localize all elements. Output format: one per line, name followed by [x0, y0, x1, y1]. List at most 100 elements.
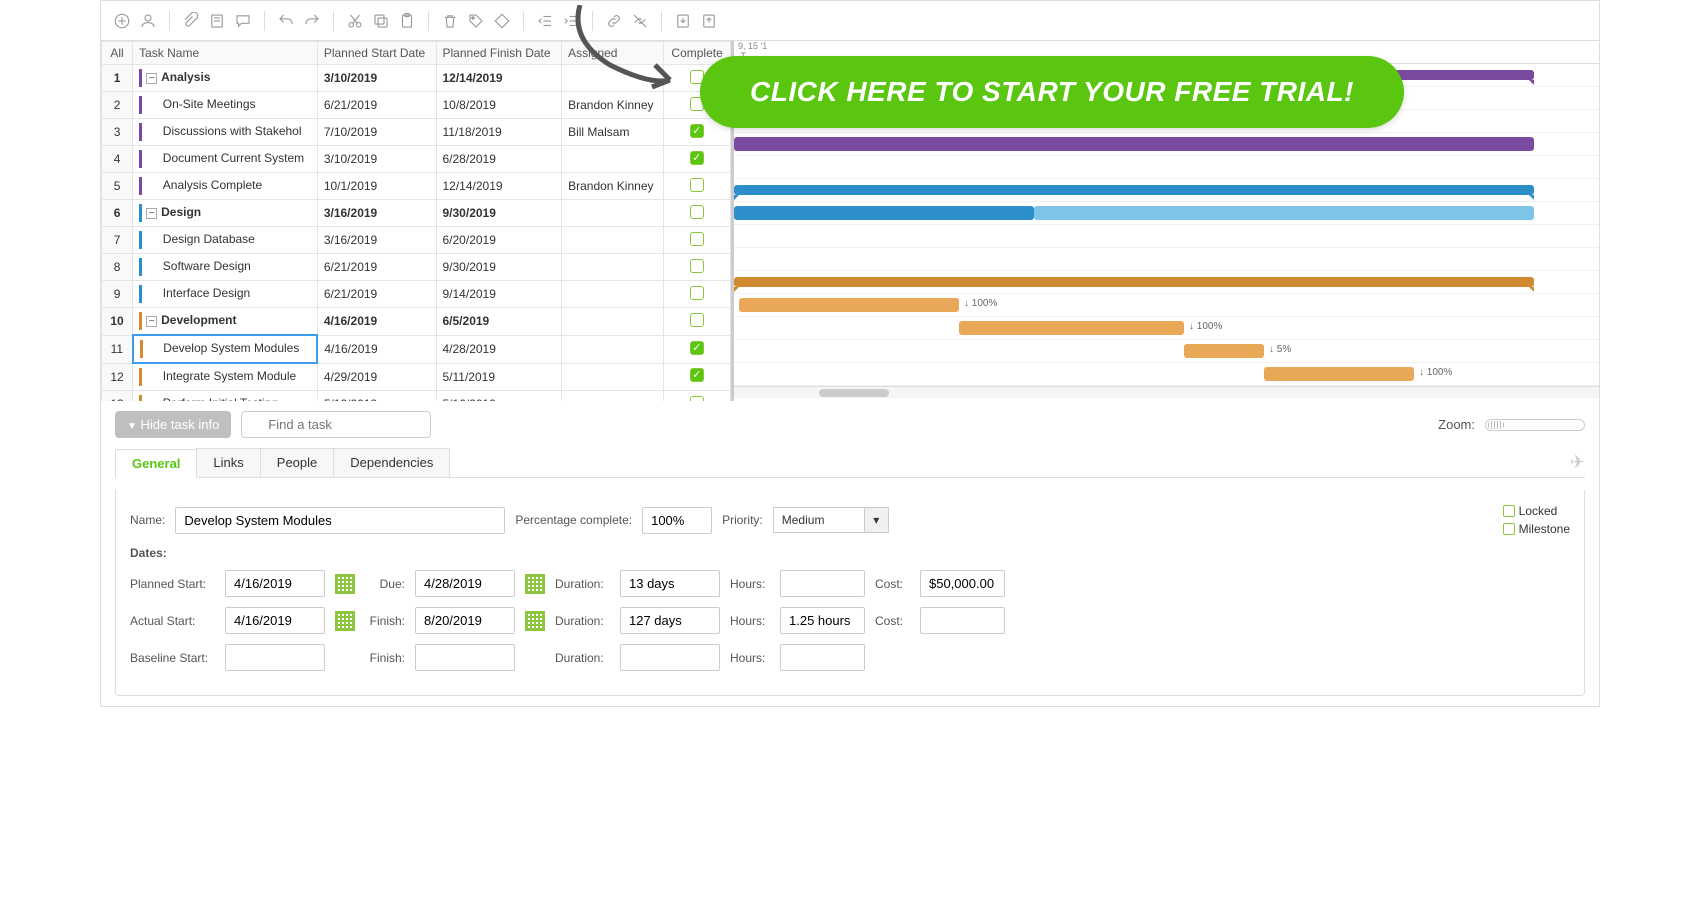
chevron-down-icon[interactable]: ▾ — [864, 508, 888, 532]
checkbox-icon[interactable] — [690, 232, 704, 246]
start-cell[interactable]: 10/1/2019 — [317, 173, 436, 200]
start-cell[interactable]: 6/21/2019 — [317, 92, 436, 119]
task-name-cell[interactable]: Discussions with Stakehol — [133, 119, 318, 146]
task-name-cell[interactable]: Perform Initial Testing — [133, 391, 318, 402]
finish-input[interactable] — [415, 607, 515, 634]
table-row[interactable]: 10−Development4/16/20196/5/2019 — [102, 308, 731, 336]
table-row[interactable]: 3 Discussions with Stakehol7/10/201911/1… — [102, 119, 731, 146]
gantt-row[interactable] — [734, 156, 1599, 179]
actual-start-input[interactable] — [225, 607, 325, 634]
complete-cell[interactable] — [664, 146, 731, 173]
assigned-cell[interactable] — [562, 391, 664, 402]
collapse-toggle[interactable]: − — [146, 73, 157, 84]
finish-cell[interactable]: 12/14/2019 — [436, 173, 562, 200]
tab-general[interactable]: General — [115, 449, 197, 478]
attach-icon[interactable] — [180, 10, 202, 32]
person-icon[interactable] — [137, 10, 159, 32]
task-name-cell[interactable]: On-Site Meetings — [133, 92, 318, 119]
paste-icon[interactable] — [396, 10, 418, 32]
undo-icon[interactable] — [275, 10, 297, 32]
table-row[interactable]: 12 Integrate System Module4/29/20195/11/… — [102, 363, 731, 391]
col-name[interactable]: Task Name — [133, 42, 318, 65]
table-row[interactable]: 4 Document Current System3/10/20196/28/2… — [102, 146, 731, 173]
baseline-hours-input[interactable] — [780, 644, 865, 671]
start-cell[interactable]: 7/10/2019 — [317, 119, 436, 146]
task-name-cell[interactable]: −Design — [133, 200, 318, 227]
start-cell[interactable]: 6/21/2019 — [317, 254, 436, 281]
calendar-icon[interactable] — [335, 574, 355, 594]
checkbox-icon[interactable] — [690, 124, 704, 138]
gantt-bar[interactable] — [1034, 206, 1534, 220]
hours2-input[interactable] — [780, 607, 865, 634]
finish-cell[interactable]: 6/5/2019 — [436, 308, 562, 336]
gantt-row[interactable]: ↓ 100% — [734, 294, 1599, 317]
task-name-cell[interactable]: Document Current System — [133, 146, 318, 173]
tag-icon[interactable] — [465, 10, 487, 32]
task-name-cell[interactable]: Software Design — [133, 254, 318, 281]
gantt-bar[interactable] — [734, 206, 1034, 220]
finish-cell[interactable]: 5/11/2019 — [436, 363, 562, 391]
complete-cell[interactable] — [664, 173, 731, 200]
complete-cell[interactable] — [664, 335, 731, 363]
hide-task-info-button[interactable]: ▼ Hide task info — [115, 411, 231, 438]
gantt-row[interactable]: ↓ 100% — [734, 317, 1599, 340]
finish-cell[interactable]: 6/28/2019 — [436, 146, 562, 173]
table-row[interactable]: 8 Software Design6/21/20199/30/2019 — [102, 254, 731, 281]
checkbox-icon[interactable] — [690, 286, 704, 300]
export-icon[interactable] — [698, 10, 720, 32]
finish-cell[interactable]: 12/14/2019 — [436, 65, 562, 92]
send-icon[interactable]: ✈ — [1570, 452, 1585, 473]
task-name-cell[interactable]: −Analysis — [133, 65, 318, 92]
checkbox-icon[interactable] — [690, 205, 704, 219]
gantt-bar[interactable] — [739, 298, 959, 312]
finish-cell[interactable]: 4/28/2019 — [436, 335, 562, 363]
tab-links[interactable]: Links — [196, 448, 260, 477]
milestone-checkbox[interactable]: Milestone — [1503, 522, 1570, 536]
finish-cell[interactable]: 10/8/2019 — [436, 92, 562, 119]
calendar-icon[interactable] — [525, 611, 545, 631]
table-row[interactable]: 9 Interface Design6/21/20199/14/2019 — [102, 281, 731, 308]
baseline-finish-input[interactable] — [415, 644, 515, 671]
task-name-cell[interactable]: Analysis Complete — [133, 173, 318, 200]
finish-cell[interactable]: 9/30/2019 — [436, 254, 562, 281]
tab-dependencies[interactable]: Dependencies — [333, 448, 450, 477]
complete-cell[interactable] — [664, 308, 731, 336]
task-name-cell[interactable]: Integrate System Module — [133, 363, 318, 391]
due-input[interactable] — [415, 570, 515, 597]
locked-checkbox[interactable]: Locked — [1503, 504, 1570, 518]
start-cell[interactable]: 3/10/2019 — [317, 146, 436, 173]
col-all[interactable]: All — [102, 42, 133, 65]
planned-start-input[interactable] — [225, 570, 325, 597]
col-start[interactable]: Planned Start Date — [317, 42, 436, 65]
assigned-cell[interactable] — [562, 200, 664, 227]
finish-cell[interactable]: 6/20/2019 — [436, 227, 562, 254]
redo-icon[interactable] — [301, 10, 323, 32]
copy-icon[interactable] — [370, 10, 392, 32]
cost1-input[interactable] — [920, 570, 1005, 597]
task-name-cell[interactable]: −Development — [133, 308, 318, 336]
cut-icon[interactable] — [344, 10, 366, 32]
gantt-bar[interactable] — [959, 321, 1184, 335]
checkbox-icon[interactable] — [690, 341, 704, 355]
finish-cell[interactable]: 9/14/2019 — [436, 281, 562, 308]
complete-cell[interactable] — [664, 254, 731, 281]
gantt-row[interactable] — [734, 202, 1599, 225]
finish-cell[interactable]: 11/18/2019 — [436, 119, 562, 146]
start-cell[interactable]: 4/16/2019 — [317, 308, 436, 336]
gantt-row[interactable] — [734, 271, 1599, 294]
complete-cell[interactable] — [664, 281, 731, 308]
col-finish[interactable]: Planned Finish Date — [436, 42, 562, 65]
assigned-cell[interactable] — [562, 254, 664, 281]
checkbox-icon[interactable] — [690, 313, 704, 327]
calendar-icon[interactable] — [525, 574, 545, 594]
assigned-cell[interactable] — [562, 335, 664, 363]
checkbox-icon[interactable] — [690, 368, 704, 382]
assigned-cell[interactable]: Bill Malsam — [562, 119, 664, 146]
table-row[interactable]: 13 Perform Initial Testing5/12/20195/16/… — [102, 391, 731, 402]
checkbox-icon[interactable] — [690, 178, 704, 192]
delete-icon[interactable] — [439, 10, 461, 32]
priority-select[interactable]: Medium ▾ — [773, 507, 889, 533]
checkbox-icon[interactable] — [690, 396, 704, 402]
table-row[interactable]: 11 Develop System Modules4/16/20194/28/2… — [102, 335, 731, 363]
collapse-toggle[interactable]: − — [146, 316, 157, 327]
